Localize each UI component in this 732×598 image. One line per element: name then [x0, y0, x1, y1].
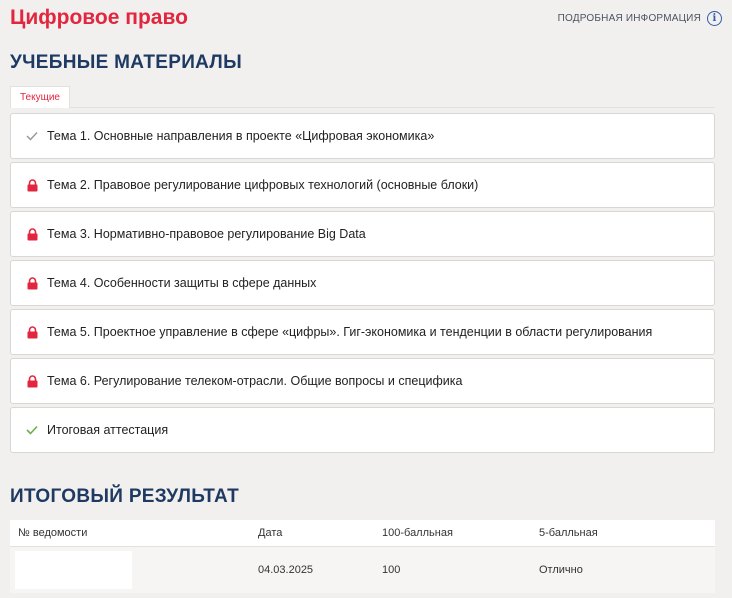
materials-tabs: Текущие	[10, 84, 715, 108]
topic-label: Тема 6. Регулирование телеком-отрасли. О…	[47, 374, 463, 388]
column-header-date: Дата	[258, 527, 283, 539]
check-icon	[25, 423, 39, 437]
topic-label: Тема 3. Нормативно-правовое регулировани…	[47, 227, 366, 241]
topic-item-4[interactable]: Тема 4. Особенности защиты в сфере данны…	[10, 260, 715, 306]
lock-icon	[25, 325, 39, 339]
topic-item-3[interactable]: Тема 3. Нормативно-правовое регулировани…	[10, 211, 715, 257]
check-icon	[25, 129, 39, 143]
cell-score5: Отлично	[539, 564, 583, 576]
course-header: Цифровое право ПОДРОБНАЯ ИНФОРМАЦИЯ i	[10, 4, 722, 34]
topic-item-final[interactable]: Итоговая аттестация	[10, 407, 715, 453]
info-icon[interactable]: i	[707, 11, 722, 26]
cell-date: 04.03.2025	[258, 564, 314, 576]
topic-item-6[interactable]: Тема 6. Регулирование телеком-отрасли. О…	[10, 358, 715, 404]
more-info-link[interactable]: ПОДРОБНАЯ ИНФОРМАЦИЯ i	[558, 11, 722, 26]
topic-label: Тема 4. Особенности защиты в сфере данны…	[47, 276, 317, 290]
topic-label: Итоговая аттестация	[47, 423, 169, 437]
materials-title: УЧЕБНЫЕ МАТЕРИАЛЫ	[10, 52, 242, 73]
column-header-score100: 100-балльная	[382, 527, 453, 539]
lock-icon	[25, 178, 39, 192]
topic-label: Тема 2. Правовое регулирование цифровых …	[47, 178, 479, 192]
topic-list: Тема 1. Основные направления в проекте «…	[10, 113, 715, 456]
statement-value-box	[15, 551, 132, 589]
result-title: ИТОГОВЫЙ РЕЗУЛЬТАТ	[10, 486, 240, 507]
topic-item-5[interactable]: Тема 5. Проектное управление в сфере «ци…	[10, 309, 715, 355]
more-info-label: ПОДРОБНАЯ ИНФОРМАЦИЯ	[557, 13, 701, 24]
tab-current[interactable]: Текущие	[10, 86, 70, 108]
lock-icon	[25, 374, 39, 388]
column-header-statement: № ведомости	[18, 527, 88, 539]
lock-icon	[25, 227, 39, 241]
topic-label: Тема 5. Проектное управление в сфере «ци…	[47, 325, 653, 339]
cell-score100: 100	[382, 564, 401, 576]
table-row: 04.03.2025 100 Отлично	[10, 547, 715, 593]
topic-item-2[interactable]: Тема 2. Правовое регулирование цифровых …	[10, 162, 715, 208]
column-header-score5: 5-балльная	[539, 527, 598, 539]
topic-item-1[interactable]: Тема 1. Основные направления в проекте «…	[10, 113, 715, 159]
course-title: Цифровое право	[10, 6, 188, 29]
result-table: № ведомости Дата 100-балльная 5-балльная…	[10, 520, 715, 593]
topic-label: Тема 1. Основные направления в проекте «…	[47, 129, 435, 143]
table-header: № ведомости Дата 100-балльная 5-балльная	[10, 520, 715, 547]
cell-statement	[10, 551, 258, 589]
lock-icon	[25, 276, 39, 290]
